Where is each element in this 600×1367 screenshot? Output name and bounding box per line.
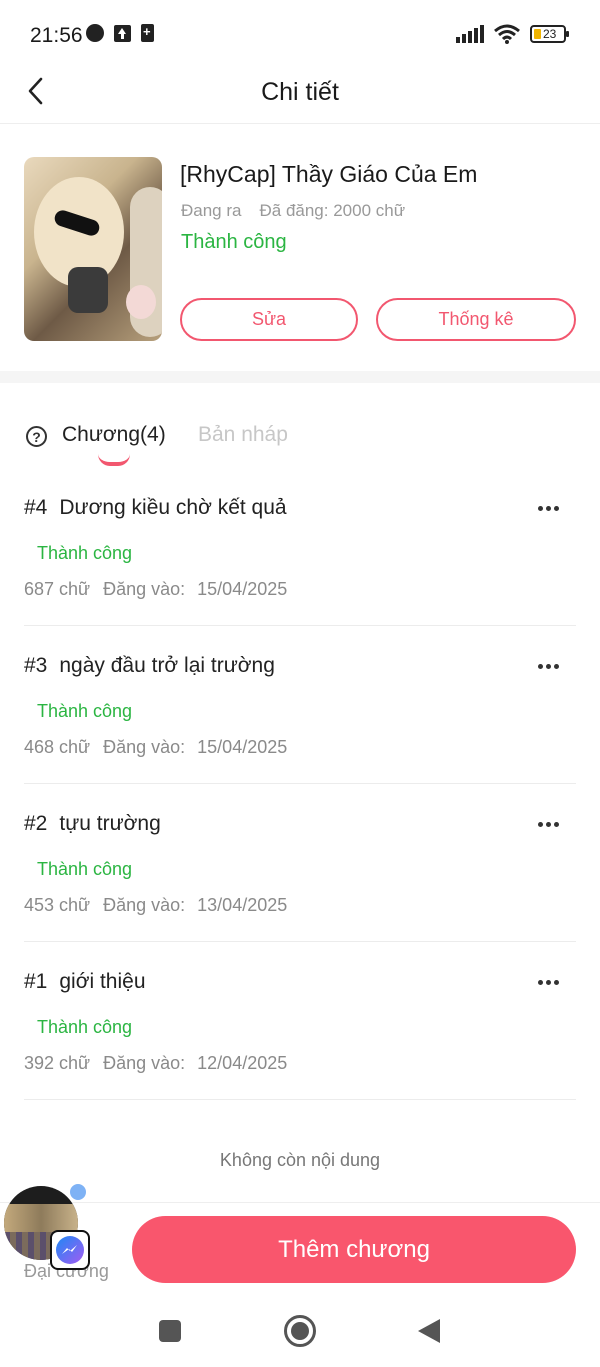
chapter-item[interactable]: #4 Dương kiều chờ kết quả Thành công 687 …: [24, 468, 576, 626]
messenger-icon: [86, 24, 104, 42]
messenger-badge-icon: [50, 1230, 90, 1270]
story-title: [RhyCap] Thầy Giáo Của Em: [180, 161, 478, 187]
battery-icon: 23: [530, 25, 569, 43]
chapter-title: #3 ngày đầu trở lại trường: [24, 654, 275, 678]
chapter-meta: 453 chữ Đăng vào: 13/04/2025: [24, 895, 287, 916]
chapter-name: giới thiệu: [59, 970, 146, 993]
chapter-meta: 468 chữ Đăng vào: 15/04/2025: [24, 737, 287, 758]
story-state: Đang ra: [181, 201, 242, 220]
back-triangle-icon[interactable]: [418, 1319, 440, 1343]
upload-icon: [114, 24, 131, 42]
story-word-count: Đã đăng: 2000 chữ: [259, 201, 406, 220]
online-indicator: [68, 1182, 88, 1202]
chapter-date: 13/04/2025: [197, 895, 288, 915]
chapter-posted-label: Đăng vào:: [103, 1053, 186, 1073]
chapter-word-count: 453 chữ: [24, 895, 91, 915]
chapter-status: Thành công: [37, 543, 133, 563]
chapter-word-count: 468 chữ: [24, 737, 91, 757]
chapter-name: Dương kiều chờ kết quả: [59, 496, 287, 519]
chapter-number: #2: [24, 812, 48, 835]
chapter-number: #1: [24, 970, 48, 993]
signal-icon: [456, 25, 484, 43]
section-divider: [0, 371, 600, 383]
more-options-icon[interactable]: [536, 498, 560, 518]
chapter-status: Thành công: [37, 701, 133, 721]
chapter-number: #4: [24, 496, 48, 519]
messenger-chat-head[interactable]: [4, 1182, 90, 1270]
add-chapter-button[interactable]: Thêm chương: [132, 1216, 576, 1283]
status-icons-right: 23: [456, 24, 569, 44]
recent-apps-icon[interactable]: [159, 1320, 181, 1342]
chapter-date: 15/04/2025: [197, 579, 288, 599]
wifi-icon: [494, 24, 520, 44]
chapter-status: Thành công: [37, 1017, 133, 1037]
story-status: Thành công: [181, 231, 287, 253]
page-title: Chi tiết: [261, 78, 339, 106]
system-nav-bar: [0, 1302, 600, 1367]
chapter-item[interactable]: #1 giới thiệu Thành công 392 chữ Đăng vào:…: [24, 942, 576, 1100]
chapter-word-count: 392 chữ: [24, 1053, 91, 1073]
chapter-posted-label: Đăng vào:: [103, 579, 186, 599]
chapter-meta: 392 chữ Đăng vào: 12/04/2025: [24, 1053, 287, 1074]
chapter-list: #4 Dương kiều chờ kết quả Thành công 687 …: [24, 468, 576, 1100]
more-options-icon[interactable]: [536, 656, 560, 676]
tab-chapters[interactable]: Chương(4): [62, 423, 166, 447]
chapter-posted-label: Đăng vào:: [103, 737, 186, 757]
status-icons-left: [86, 24, 154, 42]
chapter-item[interactable]: #2 tựu trường Thành công 453 chữ Đăng vào:…: [24, 784, 576, 942]
chapter-meta: 687 chữ Đăng vào: 15/04/2025: [24, 579, 287, 600]
story-cover-image[interactable]: [24, 157, 162, 341]
stats-button[interactable]: Thống kê: [376, 298, 576, 341]
story-meta: Đang ra Đã đăng: 2000 chữ: [181, 201, 405, 221]
question-circle-icon[interactable]: ?: [26, 426, 47, 447]
chapter-name: tựu trường: [59, 812, 161, 835]
chapter-name: ngày đầu trở lại trường: [59, 654, 275, 677]
more-options-icon[interactable]: [536, 814, 560, 834]
header: Chi tiết: [0, 60, 600, 124]
tab-active-indicator: [98, 454, 130, 466]
chapter-item[interactable]: #3 ngày đầu trở lại trường Thành công 468…: [24, 626, 576, 784]
bottom-action-bar: Đại cương Thêm chương: [0, 1202, 600, 1302]
chapter-date: 12/04/2025: [197, 1053, 288, 1073]
story-card: [RhyCap] Thầy Giáo Của Em Đang ra Đã đăn…: [0, 125, 600, 371]
chapter-number: #3: [24, 654, 48, 677]
edit-button[interactable]: Sửa: [180, 298, 358, 341]
chapter-title: #1 giới thiệu: [24, 970, 146, 994]
end-of-list-text: Không còn nội dung: [219, 1150, 381, 1170]
status-time: 21:56: [30, 24, 83, 47]
chapter-title: #2 tựu trường: [24, 812, 161, 836]
chapter-date: 15/04/2025: [197, 737, 288, 757]
chapter-status: Thành công: [37, 859, 133, 879]
chapter-posted-label: Đăng vào:: [103, 895, 186, 915]
tab-bar: ? Chương(4) Bản nháp: [0, 410, 600, 470]
chapter-word-count: 687 chữ: [24, 579, 91, 599]
more-options-icon[interactable]: [536, 972, 560, 992]
battery-saver-icon: [141, 24, 154, 42]
battery-level: 23: [543, 27, 557, 41]
chapter-title: #4 Dương kiều chờ kết quả: [24, 496, 287, 520]
tab-drafts[interactable]: Bản nháp: [198, 423, 288, 447]
home-icon[interactable]: [284, 1315, 316, 1347]
